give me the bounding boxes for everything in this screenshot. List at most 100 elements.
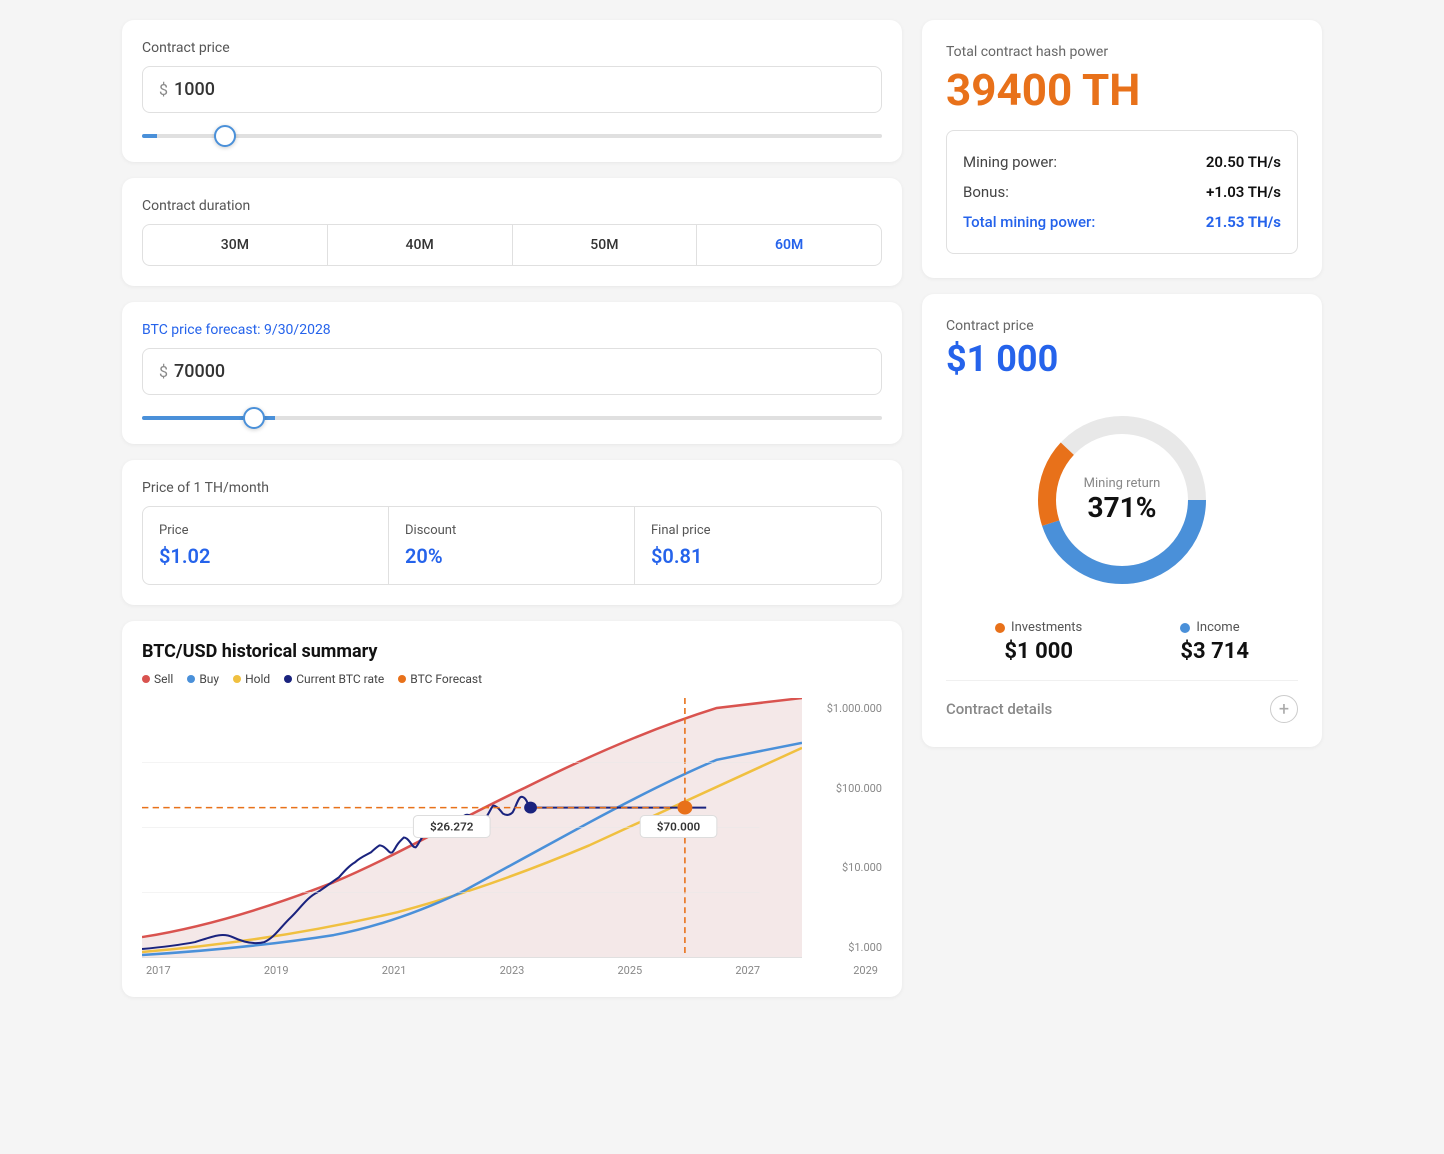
sell-dot [142, 675, 150, 683]
investments-label: Investments [1011, 620, 1082, 635]
chart-title: BTC/USD historical summary [142, 641, 882, 662]
chart-y-labels: $1.000.000 $100.000 $10.000 $1.000 [802, 698, 882, 958]
sell-label: Sell [154, 672, 173, 686]
total-mining-value: 21.53 TH/s [1206, 213, 1281, 231]
btc-forecast-slider-container [142, 405, 882, 424]
duration-tabs: 30M 40M 50M 60M [142, 224, 882, 266]
discount-cell-label: Discount [405, 523, 618, 538]
tab-40m[interactable]: 40M [328, 225, 513, 265]
svg-text:$26.272: $26.272 [430, 820, 474, 834]
mining-power-row: Mining power: 20.50 TH/s [963, 147, 1281, 177]
income-value: $3 714 [1180, 639, 1249, 664]
final-price-cell-label: Final price [651, 523, 865, 538]
chart-x-labels: 2017 2019 2021 2023 2025 2027 2029 [142, 964, 882, 977]
forecast-dot [677, 801, 692, 815]
bonus-value: +1.03 TH/s [1206, 183, 1281, 201]
contract-price-right-label: Contract price [946, 318, 1298, 334]
contract-duration-label: Contract duration [142, 198, 882, 214]
btc-chart-card: BTC/USD historical summary Sell Buy Hold… [122, 621, 902, 997]
buy-dot [187, 675, 195, 683]
contract-details-expand-button[interactable]: + [1270, 695, 1298, 723]
current-btc-dot [284, 675, 292, 683]
price-cell-label: Price [159, 523, 372, 538]
discount-cell: Discount 20% [389, 507, 635, 584]
bonus-label: Bonus: [963, 183, 1009, 201]
price-th-label: Price of 1 TH/month [142, 480, 882, 496]
donut-container: Mining return 371% [946, 400, 1298, 600]
investments-legend: Investments [995, 620, 1082, 635]
donut-center-text: Mining return 371% [1084, 476, 1161, 524]
x-label-2017: 2017 [146, 964, 171, 977]
btc-forecast-slider[interactable] [142, 416, 882, 420]
contract-price-input[interactable]: $ 1000 [142, 66, 882, 113]
btc-forecast-input[interactable]: $ 70000 [142, 348, 882, 395]
btc-forecast-amount: 70000 [174, 361, 225, 382]
x-label-2029: 2029 [853, 964, 878, 977]
x-label-2021: 2021 [382, 964, 407, 977]
btc-currency-symbol: $ [159, 362, 168, 381]
hash-power-label: Total contract hash power [946, 44, 1298, 60]
income-dot [1180, 623, 1190, 633]
legend-btc-forecast: BTC Forecast [398, 672, 482, 686]
mining-power-label: Mining power: [963, 153, 1057, 171]
contract-currency-symbol: $ [159, 80, 168, 99]
btc-forecast-date: 9/30/2028 [264, 322, 331, 338]
legend-buy: Buy [187, 672, 219, 686]
current-btc-label: Current BTC rate [296, 672, 384, 686]
income-legend: Income [1180, 620, 1249, 635]
investments-value: $1 000 [995, 639, 1082, 664]
btc-forecast-text: BTC price forecast: [142, 322, 261, 338]
discount-cell-value: 20% [405, 544, 618, 568]
y-label-1: $1.000.000 [810, 702, 882, 715]
tab-60m[interactable]: 60M [697, 225, 881, 265]
left-panel: Contract price $ 1000 Contract duration … [122, 20, 902, 997]
final-price-cell: Final price $0.81 [635, 507, 881, 584]
btc-forecast-card: BTC price forecast: 9/30/2028 $ 70000 [122, 302, 902, 444]
contract-price-slider[interactable] [142, 134, 882, 138]
y-label-3: $10.000 [810, 861, 882, 874]
y-label-2: $100.000 [810, 782, 882, 795]
x-label-2019: 2019 [264, 964, 289, 977]
chart-area: $26.272 $70.000 [142, 698, 802, 958]
investment-row: Investments $1 000 Income $3 714 [946, 620, 1298, 664]
total-mining-row: Total mining power: 21.53 TH/s [963, 207, 1281, 237]
btc-forecast-dot [398, 675, 406, 683]
contract-price-amount: 1000 [174, 79, 215, 100]
price-cell-value: $1.02 [159, 544, 372, 568]
contract-price-slider-container [142, 123, 882, 142]
tab-30m[interactable]: 30M [143, 225, 328, 265]
hash-power-card: Total contract hash power 39400 TH Minin… [922, 20, 1322, 278]
hold-label: Hold [245, 672, 270, 686]
legend-hold: Hold [233, 672, 270, 686]
income-label: Income [1196, 620, 1239, 635]
contract-details-row: Contract details + [946, 680, 1298, 723]
chart-wrapper: $26.272 $70.000 $1.000.000 $100.000 $10.… [142, 698, 882, 958]
legend-sell: Sell [142, 672, 173, 686]
donut-center-label: Mining return [1084, 476, 1161, 491]
y-label-4: $1.000 [810, 941, 882, 954]
price-grid: Price $1.02 Discount 20% Final price $0.… [142, 506, 882, 585]
chart-svg: $26.272 $70.000 [142, 698, 802, 957]
contract-price-right-card: Contract price $1 000 Mining return [922, 294, 1322, 747]
btc-forecast-legend-label: BTC Forecast [410, 672, 482, 686]
investments-dot [995, 623, 1005, 633]
income-item: Income $3 714 [1180, 620, 1249, 664]
legend-current-btc: Current BTC rate [284, 672, 384, 686]
tab-50m[interactable]: 50M [513, 225, 698, 265]
contract-price-label: Contract price [142, 40, 882, 56]
final-price-cell-value: $0.81 [651, 544, 865, 568]
bonus-row: Bonus: +1.03 TH/s [963, 177, 1281, 207]
plus-icon: + [1279, 699, 1289, 720]
hash-power-value: 39400 TH [946, 66, 1298, 114]
donut-wrapper: Mining return 371% [1022, 400, 1222, 600]
donut-center-value: 371% [1088, 491, 1157, 524]
contract-details-label: Contract details [946, 700, 1052, 718]
investments-item: Investments $1 000 [995, 620, 1082, 664]
right-panel: Total contract hash power 39400 TH Minin… [922, 20, 1322, 997]
contract-duration-card: Contract duration 30M 40M 50M 60M [122, 178, 902, 286]
x-label-2023: 2023 [500, 964, 525, 977]
mining-stats-box: Mining power: 20.50 TH/s Bonus: +1.03 TH… [946, 130, 1298, 254]
price-th-card: Price of 1 TH/month Price $1.02 Discount… [122, 460, 902, 605]
price-cell: Price $1.02 [143, 507, 389, 584]
x-label-2025: 2025 [618, 964, 643, 977]
